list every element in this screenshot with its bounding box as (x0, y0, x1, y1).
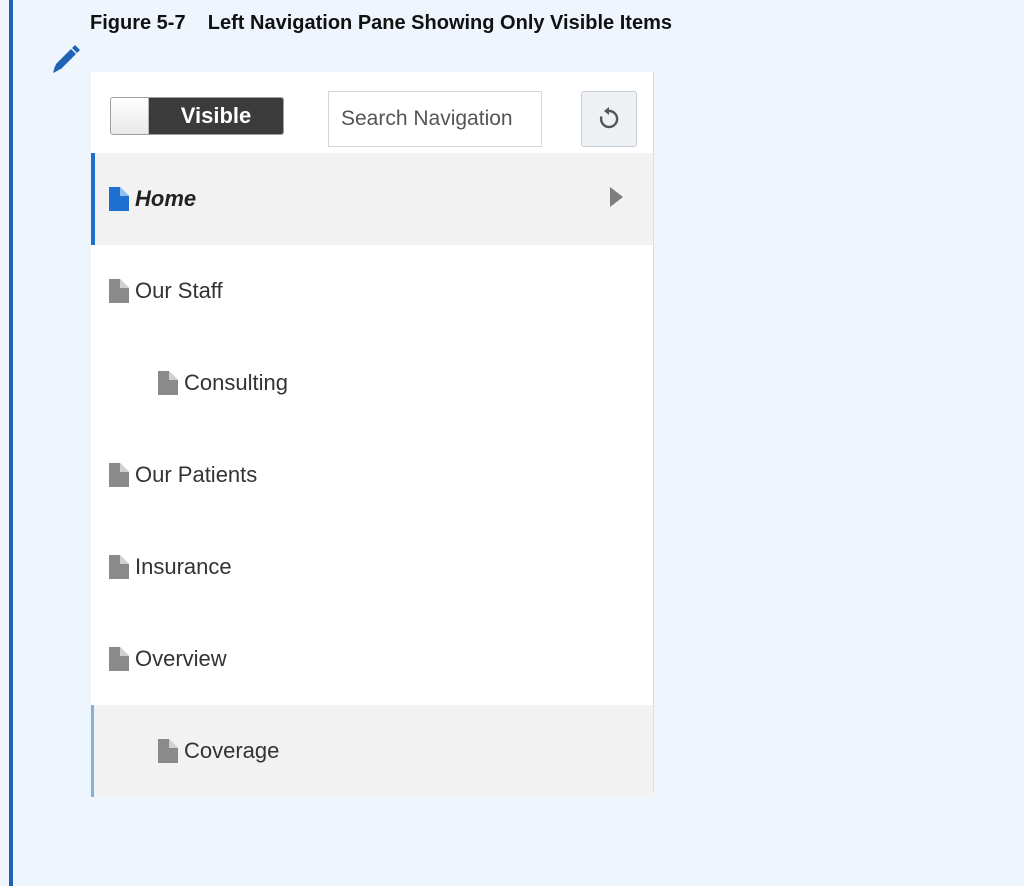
nav-item-overview[interactable]: Overview (91, 613, 653, 705)
document-icon (158, 739, 178, 763)
left-margin-rule (9, 0, 13, 886)
toggle-label: Visible (149, 98, 283, 134)
nav-item-label: Insurance (135, 554, 232, 579)
nav-item-label: Home (135, 186, 197, 211)
nav-item-label: Our Patients (135, 462, 258, 487)
nav-item-label: Coverage (184, 738, 280, 763)
refresh-icon (599, 107, 619, 129)
nav-item-coverage[interactable]: Coverage (91, 705, 653, 797)
document-icon (109, 187, 129, 211)
nav-item-our-patients[interactable]: Our Patients (91, 429, 653, 521)
nav-item-label: Our Staff (135, 278, 223, 303)
navigation-toolbar: Visible (91, 72, 653, 152)
left-navigation-pane: Visible Home Our Staff (91, 72, 654, 797)
visible-toggle[interactable]: Visible (110, 97, 284, 135)
nav-item-consulting[interactable]: Consulting (91, 337, 653, 429)
document-icon (109, 279, 129, 303)
nav-item-insurance[interactable]: Insurance (91, 521, 653, 613)
nav-item-our-staff[interactable]: Our Staff (91, 245, 653, 337)
document-icon (158, 371, 178, 395)
figure-title: Figure 5-7 Left Navigation Pane Showing … (90, 12, 672, 34)
document-icon (109, 463, 129, 487)
search-navigation-input[interactable] (328, 91, 542, 147)
nav-item-label: Overview (135, 646, 227, 671)
pencil-icon (53, 45, 80, 73)
nav-item-label: Consulting (184, 370, 288, 395)
document-icon (109, 555, 129, 579)
nav-item-home[interactable]: Home (91, 153, 653, 245)
expand-arrow-icon[interactable] (610, 187, 623, 207)
document-icon (109, 647, 129, 671)
navigation-tree: Home Our Staff Consulting Our Patients I… (91, 153, 653, 797)
toggle-knob[interactable] (111, 98, 149, 134)
refresh-button[interactable] (581, 91, 637, 147)
